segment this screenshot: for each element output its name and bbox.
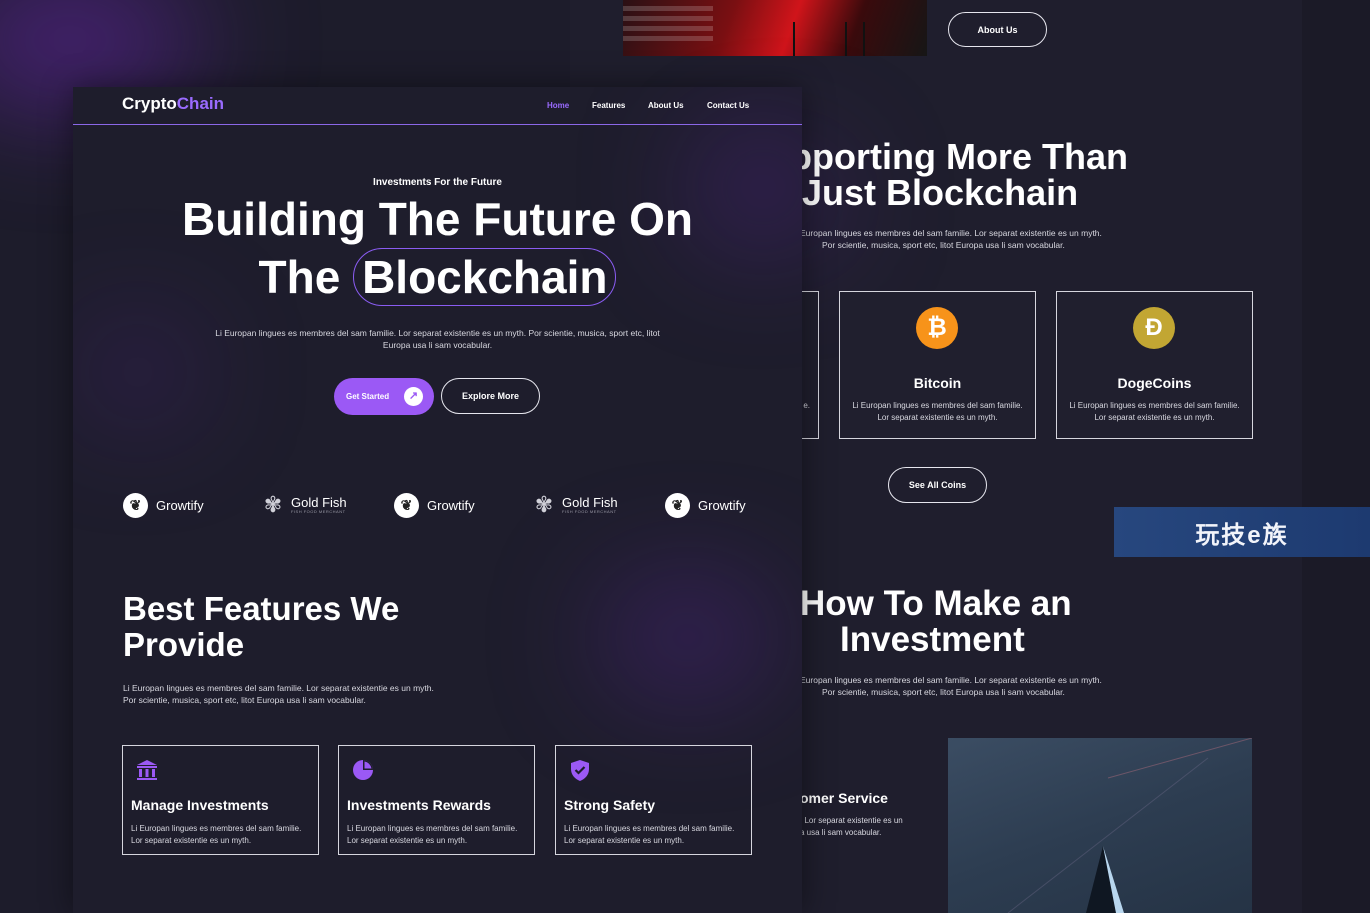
coin-card-bitcoin[interactable]: ₿ Bitcoin Li Europan lingues es membres …	[839, 291, 1036, 439]
feature-title: Investments Rewards	[347, 797, 491, 813]
hero-photo-top	[623, 0, 927, 56]
feature-card-manage-investments[interactable]: Manage Investments Li Europan lingues es…	[122, 745, 319, 855]
background-glow	[83, 327, 193, 417]
pie-chart-icon	[353, 760, 373, 780]
howto-title-line1: How To Make an	[800, 584, 1072, 623]
features-description: Li Europan lingues es membres del sam fa…	[123, 683, 434, 705]
feature-description: Li Europan lingues es membres del sam fa…	[347, 824, 518, 845]
customer-service-title: omer Service	[800, 790, 888, 806]
howto-para-line2: Por scientie, musica, sport etc, litot E…	[822, 687, 1065, 697]
main-page: CryptoChain Home Features About Us Conta…	[73, 87, 802, 913]
bitcoin-icon: ₿	[916, 307, 958, 349]
coin-name: DogeCoins	[1117, 375, 1192, 391]
howto-title-line2: Investment	[840, 620, 1025, 659]
feature-card-strong-safety[interactable]: Strong Safety Li Europan lingues es memb…	[555, 745, 752, 855]
customer-service-line2: a usa li sam vocabular.	[800, 828, 882, 837]
brand-logo-goldfish: ✾ Gold Fish FISH FOOD MERCHANT	[530, 491, 618, 519]
brand-logo-growtify: ❦ Growtify	[665, 493, 746, 518]
howto-para-line1: Europan lingues es membres del sam famil…	[800, 675, 1102, 685]
nav-home[interactable]: Home	[547, 101, 569, 110]
brand-logo-growtify: ❦ Growtify	[123, 493, 204, 518]
growtify-logo-icon: ❦	[123, 493, 148, 518]
feature-description: Li Europan lingues es membres del sam fa…	[131, 824, 302, 845]
background-glow	[603, 587, 773, 687]
brand-logo-growtify: ❦ Growtify	[394, 493, 475, 518]
goldfish-logo-icon: ✾	[534, 492, 554, 517]
customer-service-line1: . Lor separat existentie es un	[800, 816, 903, 825]
supporting-title-line1: pporting More Than	[790, 136, 1128, 177]
nav-features[interactable]: Features	[592, 101, 625, 110]
arrow-up-right-icon: ↗	[404, 387, 423, 406]
supporting-para-line1: Europan lingues es membres del sam famil…	[800, 228, 1102, 238]
goldfish-logo-icon: ✾	[263, 492, 283, 517]
about-us-button[interactable]: About Us	[948, 12, 1047, 47]
hero-title-line2: The Blockchain	[73, 248, 802, 306]
supporting-title-line2: Just Blockchain	[802, 172, 1079, 213]
explore-more-button[interactable]: Explore More	[441, 378, 540, 414]
nav-contact-us[interactable]: Contact Us	[707, 101, 749, 110]
coin-description: Li Europan lingues es membres del sam fa…	[1069, 401, 1240, 422]
hero-description: Li Europan lingues es membres del sam fa…	[215, 328, 660, 350]
investment-photo	[948, 738, 1252, 913]
coin-description: Li Europan lingues es membres del sam fa…	[852, 401, 1023, 422]
coin-card-dogecoin[interactable]: Ð DogeCoins Li Europan lingues es membre…	[1056, 291, 1253, 439]
get-started-button[interactable]: Get Started ↗	[334, 378, 434, 415]
feature-title: Manage Investments	[131, 797, 269, 813]
page-edge	[1302, 0, 1370, 913]
navbar: CryptoChain Home Features About Us Conta…	[73, 87, 802, 125]
bank-icon	[137, 760, 157, 780]
shield-check-icon	[571, 760, 589, 781]
dogecoin-icon: Ð	[1133, 307, 1175, 349]
building-shape	[1007, 738, 1252, 913]
features-title: Best Features We Provide	[123, 590, 400, 663]
background-glow	[0, 0, 200, 100]
hero-highlight-pill: Blockchain	[353, 248, 617, 306]
watermark-badge: 玩技e族	[1114, 507, 1370, 557]
hero-title-line1: Building The Future On	[181, 193, 694, 245]
feature-description: Li Europan lingues es membres del sam fa…	[564, 824, 735, 845]
logo[interactable]: CryptoChain	[122, 94, 224, 114]
feature-card-investments-rewards[interactable]: Investments Rewards Li Europan lingues e…	[338, 745, 535, 855]
see-all-coins-button[interactable]: See All Coins	[888, 467, 987, 503]
feature-title: Strong Safety	[564, 797, 656, 813]
nav-about-us[interactable]: About Us	[648, 101, 684, 110]
coin-name: Bitcoin	[913, 375, 962, 391]
growtify-logo-icon: ❦	[394, 493, 419, 518]
supporting-para-line2: Por scientie, musica, sport etc, litot E…	[822, 240, 1065, 250]
brand-logo-goldfish: ✾ Gold Fish FISH FOOD MERCHANT	[259, 491, 347, 519]
growtify-logo-icon: ❦	[665, 493, 690, 518]
hero-eyebrow: Investments For the Future	[373, 177, 502, 188]
